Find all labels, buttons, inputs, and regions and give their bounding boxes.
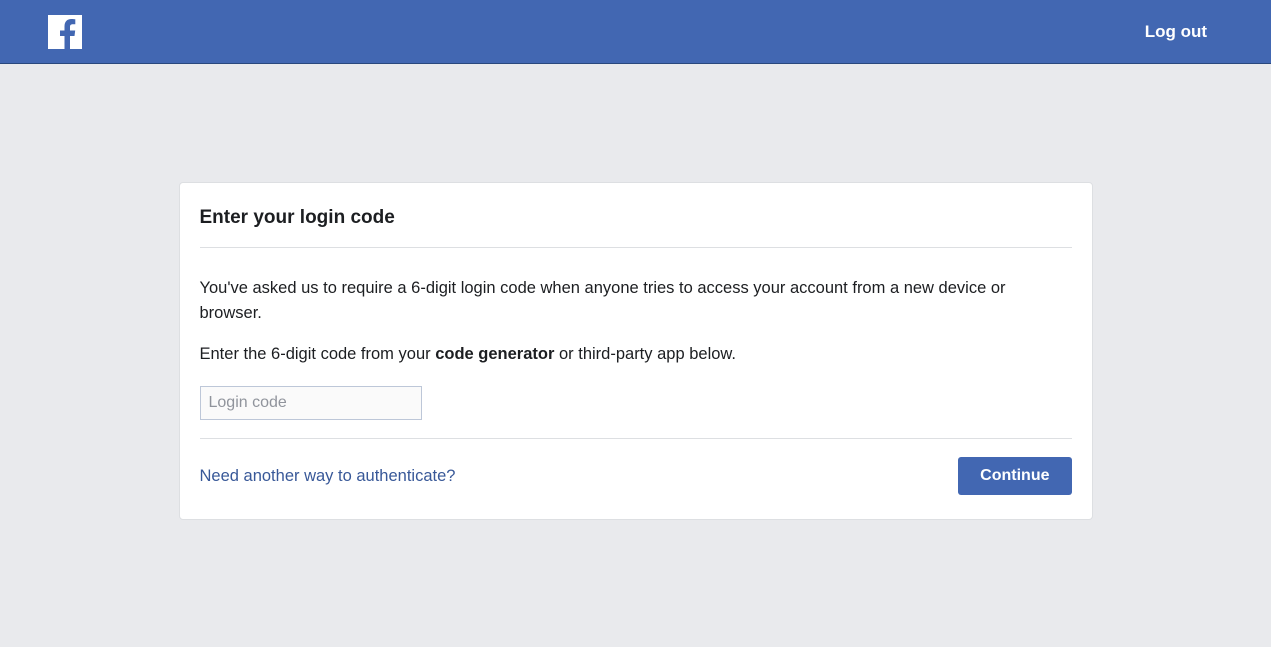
continue-button[interactable]: Continue — [958, 457, 1071, 495]
login-code-input[interactable] — [200, 386, 422, 420]
desc2-bold: code generator — [435, 345, 554, 363]
description-text-1: You've asked us to require a 6-digit log… — [200, 276, 1072, 326]
another-way-link[interactable]: Need another way to authenticate? — [200, 467, 456, 486]
login-code-card: Enter your login code You've asked us to… — [179, 182, 1093, 520]
desc2-post: or third-party app below. — [554, 345, 736, 363]
facebook-logo-icon[interactable] — [48, 15, 82, 49]
card-title: Enter your login code — [180, 183, 1092, 247]
top-header: Log out — [0, 0, 1271, 64]
card-footer: Need another way to authenticate? Contin… — [180, 439, 1092, 519]
card-body: You've asked us to require a 6-digit log… — [180, 248, 1092, 438]
logout-link[interactable]: Log out — [1145, 22, 1207, 42]
description-text-2: Enter the 6-digit code from your code ge… — [200, 342, 1072, 367]
desc2-pre: Enter the 6-digit code from your — [200, 345, 436, 363]
